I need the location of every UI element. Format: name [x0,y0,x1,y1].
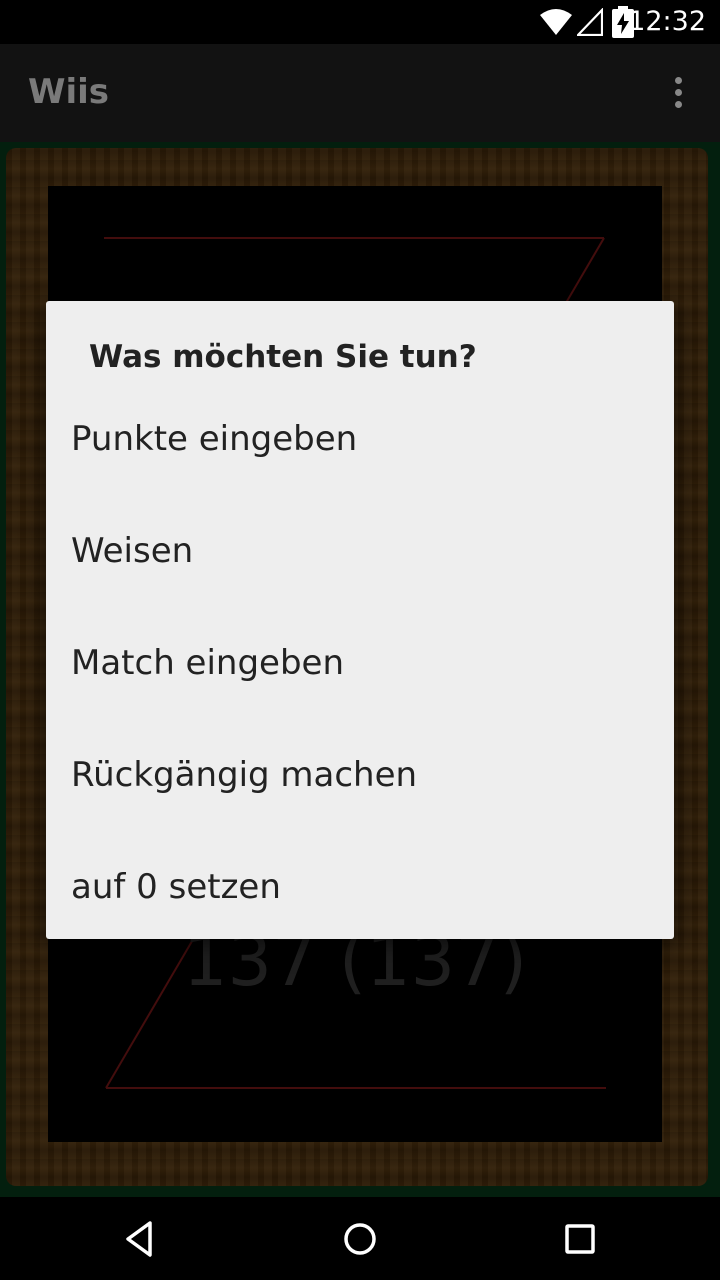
home-icon[interactable] [338,1217,382,1261]
wifi-icon [540,9,572,35]
dialog-item-punkte-eingeben[interactable]: Punkte eingeben [46,413,674,525]
status-bar: 12:32 [0,0,720,44]
dialog-item-label: Match eingeben [71,643,345,683]
action-dialog: Was möchten Sie tun? Punkte eingeben Wei… [46,301,674,939]
dialog-item-match-eingeben[interactable]: Match eingeben [46,637,674,749]
dialog-item-rueckgaengig-machen[interactable]: Rückgängig machen [46,749,674,861]
dialog-item-label: Weisen [71,531,194,571]
back-icon[interactable] [118,1217,162,1261]
recents-icon[interactable] [558,1217,602,1261]
overflow-menu-icon[interactable] [668,77,688,111]
dialog-item-auf-0-setzen[interactable]: auf 0 setzen [46,861,674,939]
dialog-item-weisen[interactable]: Weisen [46,525,674,637]
app-bar: Wiis [0,44,720,142]
dialog-item-label: Rückgängig machen [71,755,418,795]
dialog-item-label: Punkte eingeben [71,419,358,459]
screen: 12:32 Wiis 137 (137) Was möchten Sie tun… [0,0,720,1280]
navigation-bar [0,1197,720,1280]
signal-icon [577,8,603,36]
dialog-item-label: auf 0 setzen [71,867,281,907]
app-title: Wiis [28,72,110,112]
status-time: 12:32 [628,6,706,37]
dialog-title: Was möchten Sie tun? [89,339,477,375]
